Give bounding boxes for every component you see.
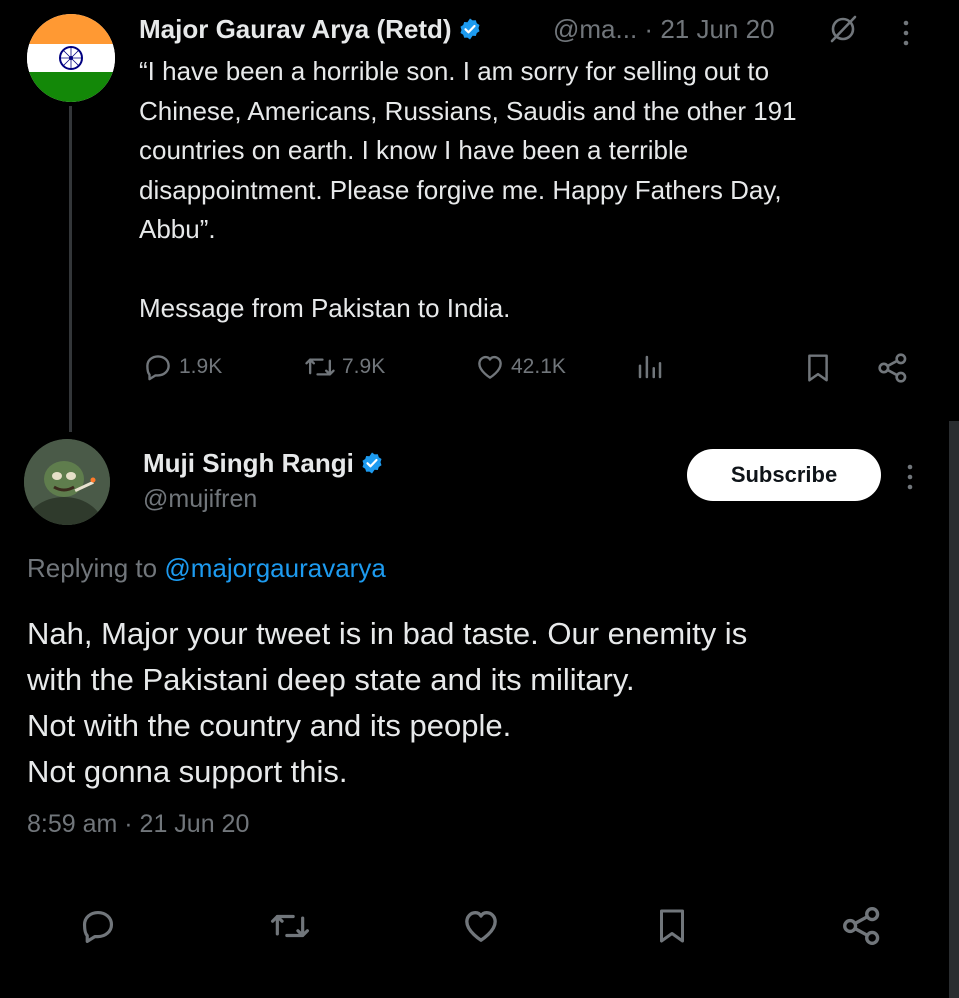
tweet-text: Nah, Major your tweet is in bad taste. O… bbox=[27, 616, 748, 789]
replying-to: Replying to @majorgauravarya bbox=[27, 553, 386, 584]
reply-icon bbox=[82, 910, 114, 943]
heart-icon bbox=[478, 355, 502, 379]
tweet-meta: @ma... · 21 Jun 20 bbox=[553, 14, 775, 45]
replying-prefix: Replying to bbox=[27, 553, 165, 583]
author-name[interactable]: Major Gaurav Arya (Retd) bbox=[139, 14, 452, 44]
tweet-timestamp[interactable]: 8:59 am · 21 Jun 20 bbox=[27, 810, 249, 839]
grok-icon[interactable] bbox=[826, 12, 860, 51]
author-name-row: Major Gaurav Arya (Retd) bbox=[139, 14, 488, 45]
author-handle[interactable]: @ma... bbox=[553, 14, 637, 44]
more-options-icon[interactable] bbox=[904, 462, 916, 497]
thread-line bbox=[69, 106, 72, 432]
share-icon bbox=[843, 907, 880, 945]
india-flag-icon bbox=[27, 14, 115, 102]
verified-badge-icon bbox=[362, 452, 382, 474]
share-icon bbox=[878, 353, 907, 383]
retweet-button[interactable] bbox=[268, 904, 312, 948]
verified-badge-icon bbox=[460, 18, 480, 40]
avatar[interactable] bbox=[27, 14, 115, 102]
scrollbar[interactable] bbox=[949, 421, 959, 998]
like-button[interactable] bbox=[459, 904, 503, 948]
avatar[interactable] bbox=[24, 439, 110, 525]
retweet-count: 7.9K bbox=[342, 355, 386, 378]
bookmark-button[interactable] bbox=[650, 902, 694, 950]
bookmark-icon bbox=[808, 354, 828, 382]
views-icon bbox=[638, 355, 662, 379]
tweet-date[interactable]: 21 Jun 20 bbox=[660, 14, 774, 44]
retweet-icon bbox=[305, 358, 335, 376]
views-button[interactable] bbox=[635, 352, 665, 382]
share-button[interactable] bbox=[876, 352, 910, 384]
replying-handle-link[interactable]: @majorgauravarya bbox=[164, 553, 385, 583]
reply-count: 1.9K bbox=[179, 355, 223, 378]
subscribe-button[interactable]: Subscribe bbox=[687, 449, 881, 501]
heart-icon bbox=[465, 911, 497, 942]
author-name[interactable]: Muji Singh Rangi bbox=[143, 448, 354, 478]
author-name-row: Muji Singh Rangi bbox=[143, 448, 390, 479]
reply-button[interactable] bbox=[76, 904, 120, 948]
share-button[interactable] bbox=[838, 902, 886, 950]
more-options-icon[interactable] bbox=[900, 18, 912, 53]
like-count: 42.1K bbox=[511, 355, 566, 378]
author-handle[interactable]: @mujifren bbox=[143, 485, 257, 514]
retweet-button[interactable]: 7.9K bbox=[304, 352, 385, 382]
separator: · bbox=[644, 14, 654, 44]
reply-button[interactable]: 1.9K bbox=[143, 352, 222, 382]
retweet-icon bbox=[271, 914, 309, 938]
bookmark-icon bbox=[660, 909, 684, 943]
bookmark-button[interactable] bbox=[803, 352, 833, 384]
like-button[interactable]: 42.1K bbox=[475, 352, 566, 382]
reply-icon bbox=[146, 355, 170, 381]
tweet-text: “I have been a horrible son. I am sorry … bbox=[139, 56, 797, 323]
